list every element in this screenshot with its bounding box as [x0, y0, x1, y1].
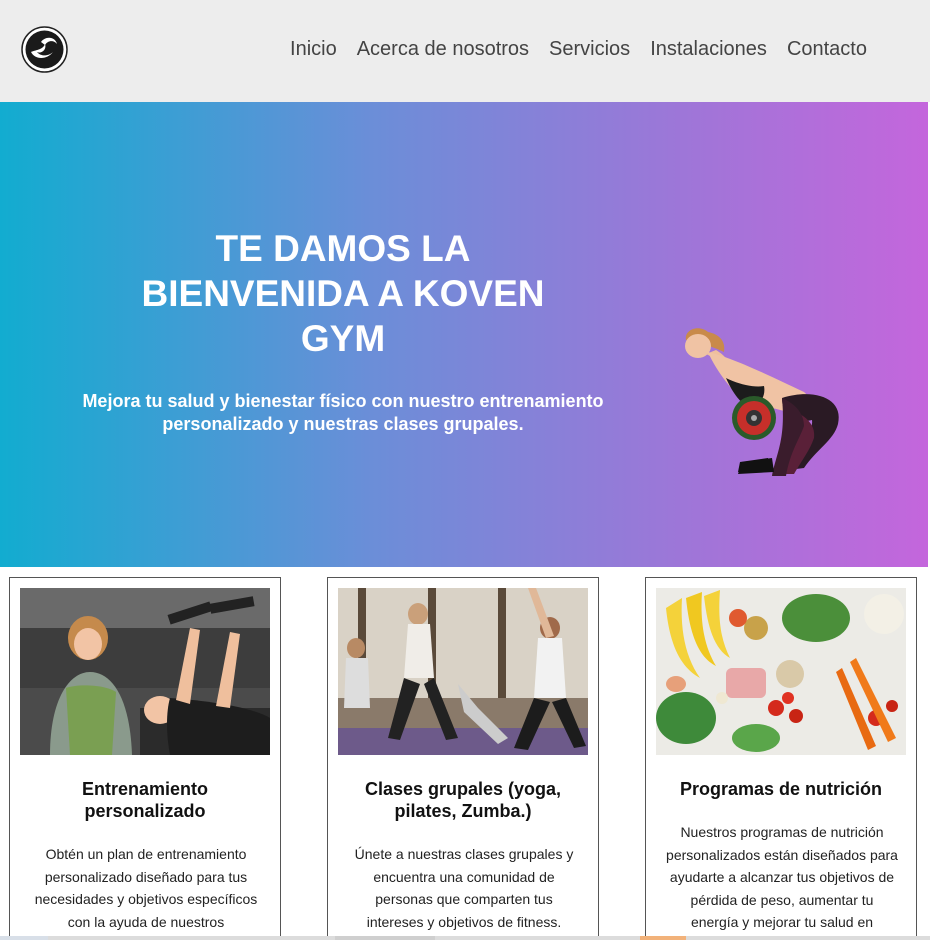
hero-banner: TE DAMOS LA BIENVENIDA A KOVEN GYM Mejor…	[0, 102, 928, 567]
hero-subtitle-line: Mejora tu salud y bienestar físico con n…	[82, 391, 604, 411]
nutrition-food-photo	[656, 588, 906, 755]
hero-title-line: TE DAMOS LA	[215, 228, 471, 269]
card-text-line: Únete a nuestras clases grupales y	[354, 846, 574, 862]
personal-training-photo	[20, 588, 270, 755]
service-card-personal-training: Entrenamiento personalizado Obtén un pla…	[9, 577, 281, 940]
card-text: Obtén un plan de entrenamiento personali…	[20, 843, 272, 933]
card-title-line: Clases grupales (yoga,	[364, 779, 562, 799]
card-text: Nuestros programas de nutrición personal…	[656, 821, 908, 934]
card-text: Únete a nuestras clases grupales y encue…	[338, 843, 590, 933]
nav-link-inicio[interactable]: Inicio	[290, 38, 337, 61]
hero-title-line: GYM	[300, 318, 386, 359]
card-title-line: personalizado	[84, 801, 206, 821]
card-title-line: Programas de nutrición	[679, 779, 883, 799]
scrollbar-segment	[0, 936, 48, 940]
card-text-line: ayudarte a alcanzar tus objetivos de	[669, 869, 895, 885]
hero-subtitle: Mejora tu salud y bienestar físico con n…	[60, 390, 626, 436]
scrollbar-segment	[640, 936, 686, 940]
card-text-line: Obtén un plan de entrenamiento	[45, 846, 247, 862]
group-classes-photo	[338, 588, 588, 755]
card-text-line: encuentra una comunidad de	[373, 868, 555, 885]
nav-link-instalaciones[interactable]: Instalaciones	[650, 38, 767, 61]
athlete-barbell-image	[685, 328, 839, 476]
swirl-logo-icon[interactable]	[21, 26, 68, 73]
horizontal-scrollbar[interactable]	[0, 936, 930, 940]
card-text-line: personalizado diseñado para tus	[44, 868, 248, 885]
card-text-line: personas que comparten tus	[375, 891, 553, 907]
card-text-line: necesidades y objetivos específicos	[34, 891, 258, 907]
site-header: Inicio Acerca de nosotros Servicios Inst…	[0, 0, 930, 102]
service-card-group-classes: Clases grupales (yoga, pilates, Zumba.) …	[327, 577, 599, 940]
nav-link-contacto[interactable]: Contacto	[787, 38, 867, 61]
card-title-line: pilates, Zumba.)	[394, 801, 532, 821]
service-card-nutrition: Programas de nutrición Nuestros programa…	[645, 577, 917, 940]
card-text-line: personalizados están diseñados para	[666, 846, 898, 863]
hero-title: TE DAMOS LA BIENVENIDA A KOVEN GYM	[110, 226, 576, 361]
scrollbar-segment	[335, 936, 435, 940]
card-title: Programas de nutrición	[656, 778, 906, 800]
card-text-line: Nuestros programas de nutrición	[680, 824, 884, 840]
main-nav: Inicio Acerca de nosotros Servicios Inst…	[290, 38, 867, 61]
card-title: Entrenamiento personalizado	[20, 778, 270, 822]
nav-link-servicios[interactable]: Servicios	[549, 38, 630, 61]
hero-title-line: BIENVENIDA A KOVEN	[141, 273, 545, 314]
card-title-line: Entrenamiento	[81, 779, 209, 799]
card-title: Clases grupales (yoga, pilates, Zumba.)	[338, 778, 588, 822]
card-text-line: intereses y objetivos de fitness.	[366, 913, 562, 930]
nav-link-acerca[interactable]: Acerca de nosotros	[357, 38, 529, 61]
card-text-line: energía y mejorar tu salud en	[690, 914, 874, 930]
hero-subtitle-line: personalizado y nuestras clases grupales…	[162, 414, 524, 434]
card-text-line: con la ayuda de nuestros	[67, 913, 225, 930]
card-text-line: pérdida de peso, aumentar tu	[690, 891, 874, 908]
